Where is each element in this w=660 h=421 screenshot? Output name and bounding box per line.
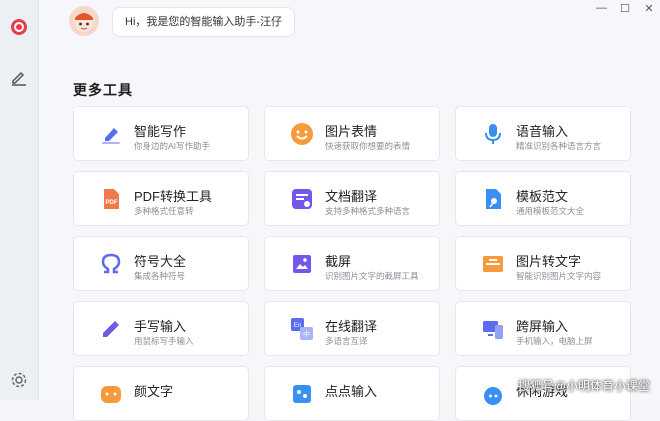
tool-title: 模板范文: [516, 189, 569, 204]
svg-text:PDF: PDF: [106, 200, 118, 206]
close-button[interactable]: ✕: [644, 2, 654, 15]
tool-title: 点点输入: [325, 384, 378, 399]
svg-text:En: En: [294, 323, 301, 329]
section-title: 更多工具: [73, 82, 133, 98]
game-icon: [480, 381, 506, 407]
screenshot-icon: [289, 251, 315, 277]
dot-input-icon: [289, 381, 315, 407]
tool-title: 图片表情: [325, 124, 378, 139]
window-controls: — ☐ ✕: [596, 0, 654, 16]
template-icon: [480, 186, 506, 212]
tool-description: 精准识别各种语言方言: [516, 141, 602, 151]
tool-description: 支持多种格式多种语言: [325, 206, 411, 216]
svg-text:中: 中: [303, 330, 310, 339]
tool-card[interactable]: 语音输入精准识别各种语言方言: [455, 106, 631, 161]
tool-card[interactable]: 符号大全集成各种符号: [73, 236, 249, 291]
pdf-icon: PDF: [98, 186, 124, 212]
tool-description: 识别图片文字的截屏工具: [325, 271, 419, 281]
tool-title: 符号大全: [134, 254, 187, 269]
tool-title: 语音输入: [516, 124, 569, 139]
tool-title: 颜文字: [134, 384, 174, 399]
minimize-button[interactable]: —: [596, 2, 607, 14]
omega-icon: [98, 251, 124, 277]
tool-description: 手机输入，电脑上屏: [516, 336, 593, 346]
pen-icon: [98, 121, 124, 147]
watermark: 搜狐号@小明体育小课堂: [517, 379, 650, 393]
tool-title: 在线翻译: [325, 319, 378, 334]
tool-card[interactable]: 图片表情快速获取你想要的表情: [264, 106, 440, 161]
tool-description: 快速获取你想要的表情: [325, 141, 411, 151]
handwrite-icon: [98, 316, 124, 342]
tool-description: 多语言互译: [325, 336, 368, 346]
tool-title: PDF转换工具: [134, 189, 213, 204]
tool-title: 截屏: [325, 254, 352, 269]
tool-card[interactable]: 图片转文字智能识别图片文字内容: [455, 236, 631, 291]
tool-title: 手写输入: [134, 319, 187, 334]
translate-icon: En 中: [289, 316, 315, 342]
tool-description: 智能识别图片文字内容: [516, 271, 602, 281]
tool-description: 多种格式任意转: [134, 206, 194, 216]
tool-title: 智能写作: [134, 124, 187, 139]
tool-card[interactable]: PDF PDF转换工具多种格式任意转: [73, 171, 249, 226]
cross-screen-icon: [480, 316, 506, 342]
main-panel: Hi，我是您的智能输入助手-汪仔 — ☐ ✕ 更多工具 智能写作你身边的AI写作…: [39, 0, 660, 421]
smile-icon: [289, 121, 315, 147]
tool-description: 通用模板范文大全: [516, 206, 585, 216]
edit-icon[interactable]: [7, 65, 31, 89]
emoticon-icon: [98, 381, 124, 407]
tool-card[interactable]: En 中在线翻译 多语言互译: [264, 301, 440, 356]
tool-card[interactable]: 点点输入: [264, 366, 440, 421]
tool-card[interactable]: 跨屏输入手机输入，电脑上屏: [455, 301, 631, 356]
tool-card[interactable]: 截屏识别图片文字的截屏工具: [264, 236, 440, 291]
tool-card[interactable]: 文档翻译支持多种格式多种语言: [264, 171, 440, 226]
tool-card[interactable]: 手写输入用鼠标写手输入: [73, 301, 249, 356]
tool-grid: 智能写作 你身边的AI写作助手 图片表情 快速获取你想要的表情 语音输入 精准识别各种语言…: [73, 106, 631, 421]
tool-card[interactable]: 颜文字: [73, 366, 249, 421]
tool-title: 图片转文字: [516, 254, 582, 269]
tool-card[interactable]: 智能写作你身边的AI写作助手: [73, 106, 249, 161]
tool-description: 用鼠标写手输入: [134, 336, 194, 346]
image-text-icon: [480, 251, 506, 277]
tool-description: 集成各种符号: [134, 271, 186, 281]
tool-title: 跨屏输入: [516, 319, 569, 334]
translate-doc-icon: [289, 186, 315, 212]
tool-title: 文档翻译: [325, 189, 378, 204]
target-icon[interactable]: [7, 15, 31, 39]
assistant-avatar: [69, 6, 99, 36]
gear-icon[interactable]: [7, 368, 31, 392]
microphone-icon: [480, 121, 506, 147]
tool-description: 你身边的AI写作助手: [134, 141, 211, 151]
sidebar: [0, 0, 39, 400]
tool-card[interactable]: 模板范文通用模板范文大全: [455, 171, 631, 226]
maximize-button[interactable]: ☐: [620, 2, 630, 15]
greeting-bubble: Hi，我是您的智能输入助手-汪仔: [112, 7, 296, 37]
